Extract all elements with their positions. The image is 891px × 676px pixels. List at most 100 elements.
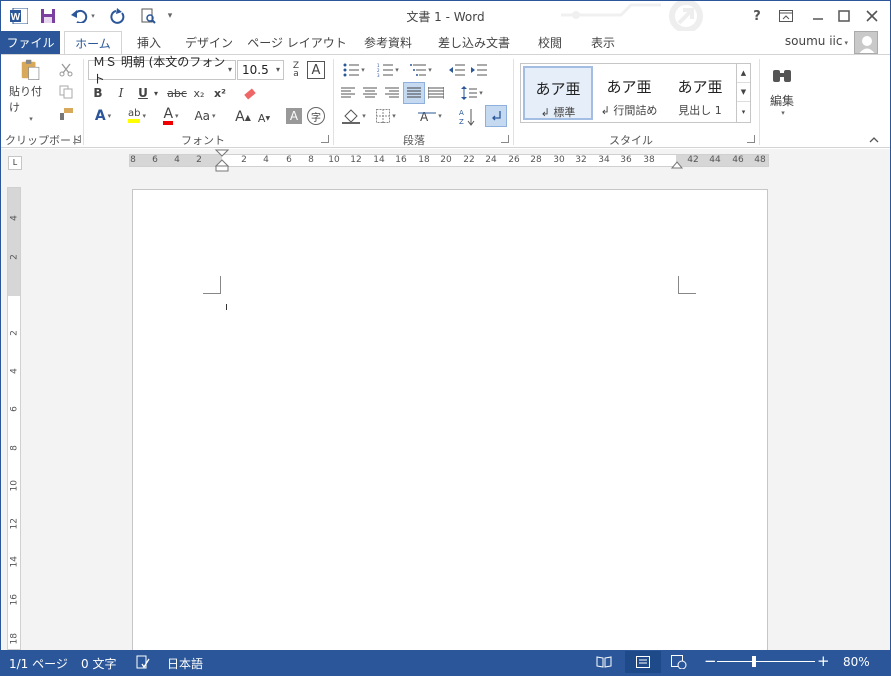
ruler-tick: 8 [130,155,136,165]
user-account[interactable]: soumu iic ▾ [785,34,848,48]
ruler-tick: 38 [643,155,655,165]
ruler-tick: 10 [9,480,20,492]
subscript-button[interactable]: x₂ [191,84,207,102]
ribbon-display-options-icon[interactable] [775,5,797,27]
text-effects-icon: A [94,108,106,124]
tab-mailings[interactable]: 差し込み文書 [429,31,519,54]
svg-text:3: 3 [377,73,380,77]
borders-button[interactable]: ▾ [371,107,401,125]
justify-icon[interactable] [403,82,425,104]
language[interactable]: 日本語 [167,655,203,672]
bold-button[interactable]: B [90,84,106,102]
decrease-indent-icon[interactable] [448,61,466,79]
numbering-button[interactable]: 1 2 3 ▾ [373,61,403,79]
tab-review[interactable]: 校閲 [527,31,573,54]
align-left-icon[interactable] [339,84,357,102]
multilevel-list-button[interactable]: ▾ [406,61,436,79]
gallery-up-icon[interactable]: ▲ [737,64,750,83]
change-case-button[interactable]: Aa ▾ [191,107,219,125]
collapse-ribbon-icon[interactable] [867,134,881,146]
tab-insert[interactable]: 挿入 [127,31,171,54]
document-page[interactable] [132,189,768,659]
editing-button[interactable]: 編集 ▾ [765,59,799,123]
format-painter-icon[interactable] [57,105,75,123]
indent-marker-icon[interactable] [215,149,229,173]
tab-selector[interactable]: L [8,156,22,170]
font-color-button[interactable]: A ▾ [156,107,186,125]
tab-view[interactable]: 表示 [581,31,625,54]
styles-launcher-icon[interactable] [747,135,755,143]
maximize-icon[interactable] [833,5,855,27]
highlight-color-button[interactable]: ab ▾ [121,107,153,125]
enclose-characters-button[interactable]: 字 [307,107,325,125]
tab-file[interactable]: ファイル [1,31,60,54]
zoom-slider[interactable] [717,661,815,662]
align-right-icon[interactable] [383,84,401,102]
vertical-ruler[interactable]: 4 2 2 4 6 8 10 12 14 16 18 [7,187,21,650]
paste-button[interactable]: 貼り付け ▾ [9,59,51,123]
chevron-down-icon: ▾ [781,108,785,117]
asian-layout-button[interactable]: A ▾ [415,107,445,125]
italic-button[interactable]: I [113,84,129,102]
ruler-tick: 8 [9,445,20,451]
minimize-icon[interactable] [807,5,829,27]
copy-icon[interactable] [57,83,75,101]
style-normal[interactable]: あア亜 ↲ 標準 [523,66,593,120]
tab-design[interactable]: デザイン [179,31,239,54]
bullets-button[interactable]: ▾ [339,61,369,79]
line-spacing-button[interactable]: ▾ [457,84,487,102]
clipboard-launcher-icon[interactable] [73,135,81,143]
ribbon-tabs: ファイル ホーム 挿入 デザイン ページ レイアウト 参考資料 差し込み文書 校… [1,31,890,55]
grow-font-label: A [235,109,245,125]
user-name: soumu iic [784,34,843,48]
underline-dropdown-icon[interactable]: ▾ [151,84,161,102]
page-count[interactable]: 1/1 ページ [9,655,68,672]
avatar[interactable] [854,31,878,54]
grow-font-button[interactable]: A ▲ [235,108,251,126]
style-no-spacing[interactable]: あア亜 ↲ 行間詰め [594,66,664,120]
line-spacing-icon [461,86,478,100]
help-button[interactable]: ? [746,5,768,27]
align-center-icon[interactable] [361,84,379,102]
show-paragraph-marks-icon[interactable] [485,105,507,127]
superscript-button[interactable]: x² [212,84,228,102]
strikethrough-button[interactable]: abc [166,84,188,102]
text-effects-button[interactable]: A ▾ [89,107,117,125]
font-launcher-icon[interactable] [321,135,329,143]
shading-button[interactable]: ▾ [339,107,369,125]
zoom-level[interactable]: 80% [843,655,870,669]
tab-references[interactable]: 参考資料 [355,31,421,54]
web-layout-icon[interactable] [671,654,687,670]
read-mode-icon[interactable] [596,654,612,670]
increase-indent-icon[interactable] [470,61,488,79]
character-border-icon[interactable]: A [307,61,325,79]
numbering-icon: 123 [377,63,394,77]
word-count[interactable]: 0 文字 [81,655,116,672]
close-icon[interactable] [861,5,883,27]
tab-page-layout[interactable]: ページ レイアウト [247,31,347,54]
distributed-icon[interactable] [427,84,445,102]
gallery-down-icon[interactable]: ▼ [737,83,750,102]
highlight-eraser-icon[interactable] [241,85,259,103]
style-heading-1[interactable]: あア亜 見出し 1 [665,66,735,120]
font-name-select[interactable]: ＭＳ 明朝 (本文のフォント ▾ [88,55,236,86]
proofing-icon[interactable] [135,654,151,670]
shrink-font-button[interactable]: A ▼ [257,111,271,126]
tab-home[interactable]: ホーム [64,31,122,55]
font-color-icon: A [163,107,174,125]
zoom-in-button[interactable]: + [817,652,830,670]
character-shading-icon[interactable]: A [286,108,302,124]
gallery-more-icon[interactable]: ▾ [737,102,750,121]
right-indent-marker-icon[interactable] [671,159,683,169]
underline-button[interactable]: U [135,84,151,102]
zoom-out-button[interactable]: − [704,652,717,670]
print-layout-icon[interactable] [625,651,661,673]
ruler-tick: 2 [9,254,20,260]
ruler-tick: 18 [418,155,430,165]
cut-icon[interactable] [57,61,75,79]
font-size-select[interactable]: 10.5 ▾ [237,60,284,80]
zoom-slider-thumb[interactable] [752,656,756,667]
sort-icon[interactable]: AZ [457,107,477,127]
paragraph-launcher-icon[interactable] [501,135,509,143]
clear-format-icon[interactable]: Za [288,60,304,80]
